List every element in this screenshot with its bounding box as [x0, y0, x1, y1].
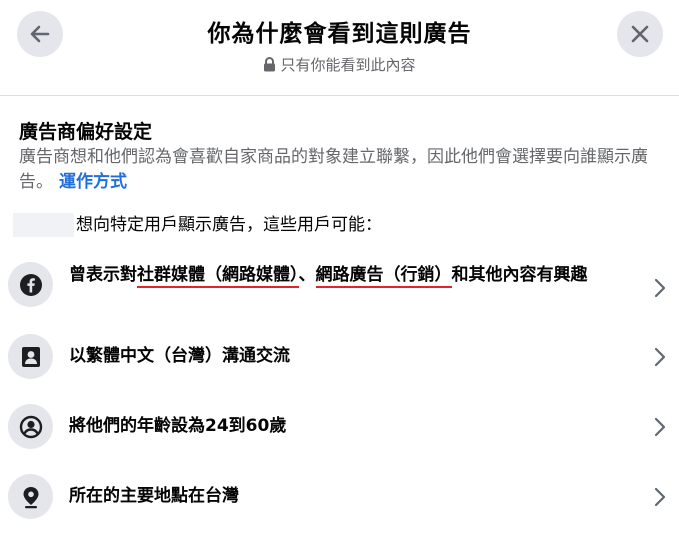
interest-social-media: 社群媒體（網路媒體） [137, 265, 299, 288]
interest-suffix: 和其他內容有興趣 [451, 265, 588, 285]
how-it-works-link[interactable]: 運作方式 [59, 172, 127, 192]
facebook-icon-circle [8, 262, 53, 307]
reason-row-location[interactable]: 所在的主要地點在台灣 [0, 466, 679, 526]
reason-row-language[interactable]: 以繁體中文（台灣）溝通交流 [0, 326, 679, 386]
lock-icon [264, 57, 276, 72]
reason-row-interests[interactable]: 曾表示對社群媒體（網路媒體）、網路廣告（行銷）和其他內容有興趣 [0, 254, 679, 314]
privacy-note-text: 只有你能看到此內容 [280, 56, 416, 74]
redacted-advertiser-name [13, 213, 74, 237]
chevron-right-icon [654, 278, 666, 298]
reason-text-language: 以繁體中文（台灣）溝通交流 [69, 346, 290, 366]
location-pin-icon-circle [8, 474, 53, 519]
chevron-right-icon [654, 417, 666, 437]
targeting-intro-text: 想向特定用戶顯示廣告，這些用戶可能： [76, 215, 382, 235]
chevron-right-icon [654, 487, 666, 507]
chevron-right-icon [654, 347, 666, 367]
dialog-title: 你為什麼會看到這則廣告 [207, 21, 472, 47]
preferences-description: 廣告商想和他們認為會喜歡自家商品的對象建立聯繫，因此他們會選擇要向誰顯示廣告。運… [19, 145, 664, 195]
ad-explanation-dialog: 你為什麼會看到這則廣告 只有你能看到此內容 廣告商偏好設定 廣告商想和他們認為會… [0, 0, 679, 533]
facebook-icon [19, 273, 42, 296]
reason-text-age: 將他們的年齡設為24到60歲 [69, 416, 287, 436]
location-pin-icon [23, 486, 38, 508]
person-circle-icon-circle [8, 404, 53, 449]
close-button[interactable] [617, 11, 663, 57]
contact-card-icon [21, 346, 40, 367]
interest-online-advertising: 網路廣告（行銷） [315, 265, 452, 288]
reason-text-location: 所在的主要地點在台灣 [69, 486, 239, 506]
person-circle-icon [19, 415, 42, 438]
reason-row-age[interactable]: 將他們的年齡設為24到60歲 [0, 396, 679, 456]
reason-text-interests: 曾表示對社群媒體（網路媒體）、網路廣告（行銷）和其他內容有興趣 [69, 262, 639, 288]
contact-card-icon-circle [8, 334, 53, 379]
interest-prefix: 曾表示對 [69, 265, 137, 285]
privacy-note: 只有你能看到此內容 [0, 54, 679, 75]
close-icon [631, 25, 649, 43]
targeting-intro: 想向特定用戶顯示廣告，這些用戶可能： [13, 212, 382, 238]
preferences-title: 廣告商偏好設定 [19, 121, 153, 143]
dialog-header: 你為什麼會看到這則廣告 只有你能看到此內容 [0, 0, 679, 96]
interest-separator: 、 [298, 265, 316, 285]
